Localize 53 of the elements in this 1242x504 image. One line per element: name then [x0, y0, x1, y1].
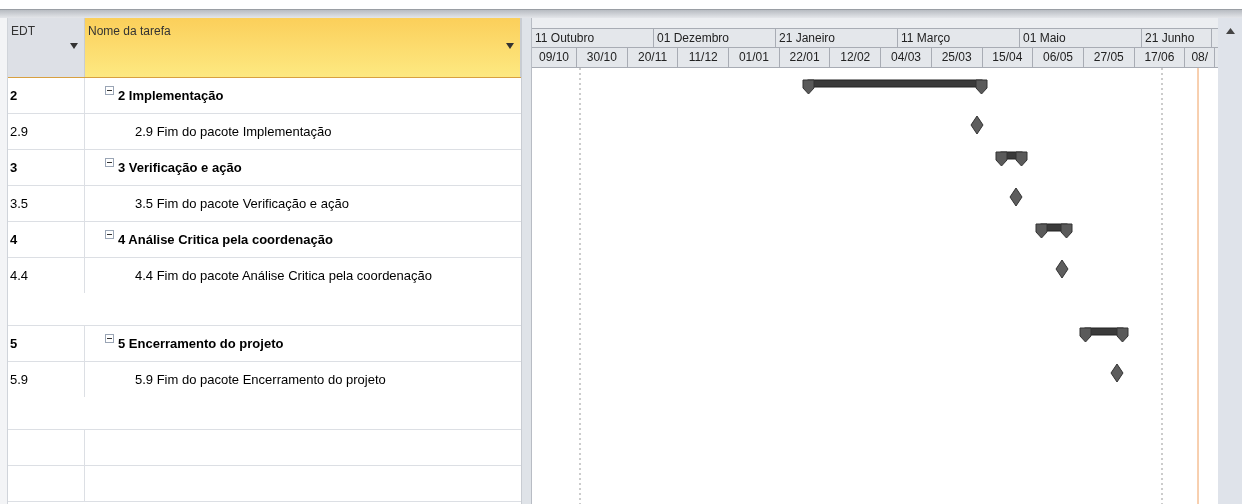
column-header[interactable]: EDT — [8, 18, 85, 77]
milestone-diamond[interactable] — [1009, 187, 1023, 207]
task-name: 3.5 Fim do pacote Verificação e ação — [135, 195, 349, 213]
timescale-label: 21 Janeiro — [776, 29, 898, 47]
timescale-label: 15/04 — [982, 48, 1034, 67]
dropdown-arrow-icon[interactable] — [506, 43, 514, 49]
timescale-label: 06/05 — [1033, 48, 1084, 67]
milestone-diamond[interactable] — [1110, 363, 1124, 383]
timescale-label: 17/06 — [1134, 48, 1186, 67]
timescale-label: 12/02 — [830, 48, 882, 67]
timescale-label: 01/01 — [729, 48, 780, 67]
timescale-label: 11 Outubro — [532, 29, 654, 47]
table-cell: 3 — [8, 150, 85, 185]
task-name: 4 Análise Critica pela coordenação — [118, 231, 333, 249]
table-cell: 2 — [8, 78, 85, 113]
dropdown-arrow-icon[interactable] — [70, 43, 78, 49]
summary-bar[interactable] — [995, 151, 1028, 167]
task-name: 5 Encerramento do projeto — [118, 335, 284, 353]
timescale-label: 01 Dezembro — [654, 29, 776, 47]
timescale-label: 30/10 — [577, 48, 628, 67]
table-cell: 4 — [8, 222, 85, 257]
task-name: 2 Implementação — [118, 87, 224, 105]
timescale-label: 11/12 — [678, 48, 730, 67]
timescale-label: 08/ — [1185, 48, 1216, 67]
task-name: 2.9 Fim do pacote Implementação — [135, 123, 332, 141]
task-name: 4.4 Fim do pacote Análise Critica pela coordenação — [135, 267, 432, 285]
timescale-label: 27/05 — [1083, 48, 1135, 67]
timescale-label: 09/10 — [532, 48, 577, 67]
scroll-up-arrow-icon[interactable] — [1225, 28, 1235, 34]
summary-bar[interactable] — [1035, 223, 1073, 239]
timescale-label: 21 Junho — [1142, 29, 1212, 47]
timescale-label: 04/03 — [881, 48, 932, 67]
table-cell: 3.5 — [8, 186, 85, 221]
milestone-diamond[interactable] — [970, 115, 984, 135]
column-header[interactable]: Nome da tarefa — [85, 18, 521, 77]
collapse-toggle[interactable] — [105, 158, 114, 167]
table-cell: 2.9 — [8, 114, 85, 149]
timescale-label: 20/11 — [627, 48, 679, 67]
timescale-label: 11 Março — [898, 29, 1020, 47]
milestone-diamond[interactable] — [1055, 259, 1069, 279]
timescale-label: 22/01 — [779, 48, 831, 67]
task-name: 5.9 Fim do pacote Encerramento do projeto — [135, 371, 386, 389]
collapse-toggle[interactable] — [105, 334, 114, 343]
summary-bar[interactable] — [1079, 327, 1129, 343]
timescale-label: 25/03 — [931, 48, 983, 67]
timescale-label: 01 Maio — [1020, 29, 1142, 47]
collapse-toggle[interactable] — [105, 230, 114, 239]
task-name: 3 Verificação e ação — [118, 159, 242, 177]
table-cell: 4.4 — [8, 258, 85, 293]
collapse-toggle[interactable] — [105, 86, 114, 95]
table-cell: 5 — [8, 326, 85, 361]
summary-bar[interactable] — [802, 79, 988, 95]
table-cell: 5.9 — [8, 362, 85, 397]
